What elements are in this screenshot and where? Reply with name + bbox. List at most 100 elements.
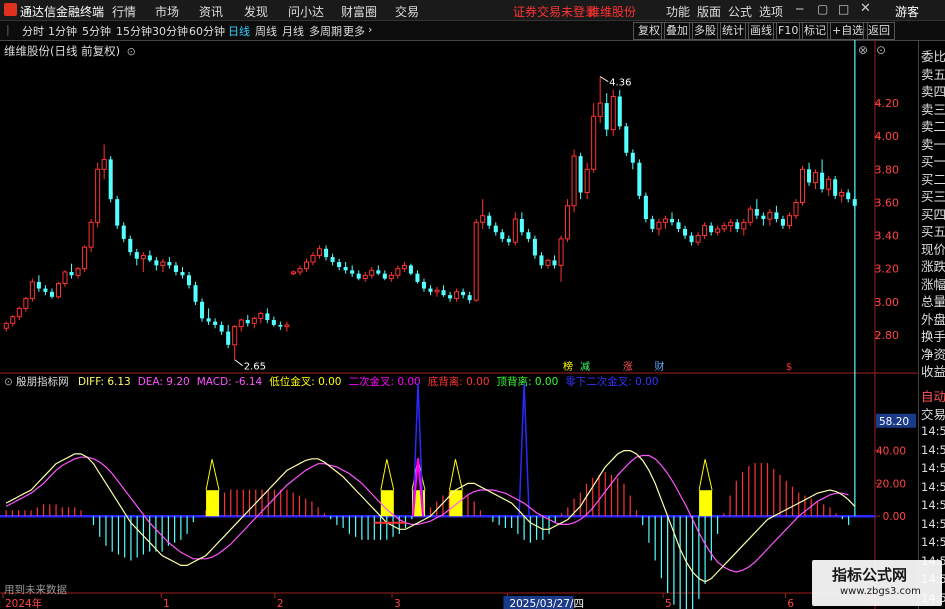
candle-body — [565, 205, 571, 240]
candle-body — [683, 228, 688, 236]
tick-time: 14:56 — [921, 479, 945, 494]
candle-body — [656, 221, 662, 230]
indicator-tick-label: 0.00 — [883, 511, 906, 523]
guest-login[interactable]: 游客 — [895, 3, 919, 20]
candle-body — [441, 290, 446, 296]
candle-body — [421, 281, 426, 289]
tick-time: 14:56 — [921, 442, 945, 457]
candle-body — [761, 215, 766, 219]
period-tab[interactable]: 月线 — [282, 23, 304, 39]
app-logo-icon — [4, 3, 17, 16]
candle-body — [846, 192, 851, 200]
candle-body — [669, 219, 675, 223]
menu-item[interactable]: 行情 — [112, 3, 136, 20]
candle-body — [140, 254, 146, 260]
candle-body — [245, 319, 250, 324]
period-tab[interactable]: 30分钟 — [152, 23, 188, 39]
right-menu-item[interactable]: 选项 — [759, 3, 783, 20]
candle-body — [545, 259, 551, 266]
candle-body — [695, 235, 701, 243]
candle-body — [206, 318, 211, 322]
candle-body — [173, 265, 178, 272]
period-tab[interactable]: 分时 — [22, 23, 44, 39]
event-marker[interactable]: 减 — [580, 361, 590, 373]
candle-body — [350, 270, 355, 274]
candle-body — [376, 270, 381, 274]
time-label: 6 — [787, 598, 794, 609]
candle-body — [251, 317, 257, 324]
time-label: 5 — [665, 598, 672, 609]
chevron-right-icon[interactable]: › — [368, 23, 372, 36]
maximize-icon[interactable]: □ — [838, 2, 849, 16]
period-tab[interactable]: 多周期 — [309, 23, 342, 39]
candle-body — [728, 221, 734, 227]
candle-body — [69, 271, 74, 276]
right-menu-item[interactable]: 公式 — [728, 3, 752, 20]
candle-body — [343, 267, 348, 271]
candle-body — [780, 219, 785, 226]
quote-field-label: 卖四 — [921, 84, 945, 99]
event-marker[interactable]: $ — [786, 362, 792, 373]
period-tab[interactable]: 日线 — [228, 23, 250, 39]
restore-icon[interactable]: ▢ — [817, 2, 828, 16]
menu-item[interactable]: 交易 — [395, 3, 419, 20]
candle-body — [741, 221, 747, 230]
event-marker[interactable]: 榜 — [563, 360, 573, 373]
quote-field-label: 外盘 — [921, 311, 945, 327]
minimize-icon[interactable]: ─ — [796, 2, 803, 16]
close-icon[interactable]: ✕ — [860, 1, 871, 16]
login-notice[interactable]: 证券交易未登录 — [513, 3, 597, 20]
candle-body — [461, 291, 466, 296]
period-tab[interactable]: 1分钟 — [48, 23, 77, 39]
period-tab[interactable]: 更多 — [343, 23, 365, 39]
period-tab[interactable]: 周线 — [255, 23, 277, 39]
candle-body — [154, 260, 159, 266]
menu-item[interactable]: 财富圈 — [341, 3, 377, 20]
candle-body — [767, 211, 773, 220]
right-menu-item[interactable]: 版面 — [697, 3, 721, 20]
right-menu-item[interactable]: 功能 — [666, 3, 690, 20]
candle-body — [617, 96, 622, 127]
signal-bar — [699, 490, 713, 517]
candle-body — [571, 155, 577, 207]
candle-body — [754, 209, 759, 216]
candle-body — [747, 208, 753, 223]
signal-bar — [380, 490, 394, 517]
signal-triangle — [380, 459, 395, 491]
menu-item[interactable]: 问小达 — [288, 3, 324, 20]
candle-body — [721, 225, 727, 230]
candle-body — [454, 291, 460, 299]
indicator-axis: 58.20 40.00 20.00 0.00 — [875, 413, 916, 523]
time-label: 2 — [277, 598, 284, 609]
signal-triangle — [448, 459, 463, 491]
candle-body — [395, 268, 401, 276]
period-tab[interactable]: 15分钟 — [116, 23, 152, 39]
candle-body — [284, 324, 290, 328]
time-label: 3 — [394, 598, 401, 609]
quote-field-label: 净资 — [921, 346, 945, 362]
price-tick-label: 2.80 — [875, 329, 900, 342]
candle-body — [297, 268, 303, 273]
low-pointer — [234, 359, 243, 367]
candle-body — [793, 201, 799, 217]
event-marker[interactable]: 涨 — [623, 361, 633, 373]
candle-body — [813, 172, 819, 184]
menu-item[interactable]: 资讯 — [199, 3, 223, 20]
auto-trade-button[interactable]: 自动 — [921, 386, 945, 405]
tool-button[interactable]: 返回 — [863, 22, 895, 40]
candle-body — [29, 281, 35, 299]
menu-item[interactable]: 发现 — [244, 3, 268, 20]
candle-body — [584, 168, 590, 194]
price-tick-label: 4.20 — [875, 97, 900, 110]
candle-body — [689, 235, 694, 243]
event-marker[interactable]: 财 — [655, 360, 665, 373]
period-tab[interactable]: 5分钟 — [82, 23, 111, 39]
candle-body — [271, 319, 276, 325]
candle-body — [597, 102, 603, 117]
stock-name-notice[interactable]: 维维股份 — [588, 3, 636, 20]
menu-item[interactable]: 市场 — [155, 3, 179, 20]
quote-field-label: 卖一 — [921, 136, 945, 152]
auto-trade-button[interactable]: 交易 — [921, 404, 945, 423]
candle-body — [558, 238, 564, 266]
period-tab[interactable]: 60分钟 — [189, 23, 225, 39]
